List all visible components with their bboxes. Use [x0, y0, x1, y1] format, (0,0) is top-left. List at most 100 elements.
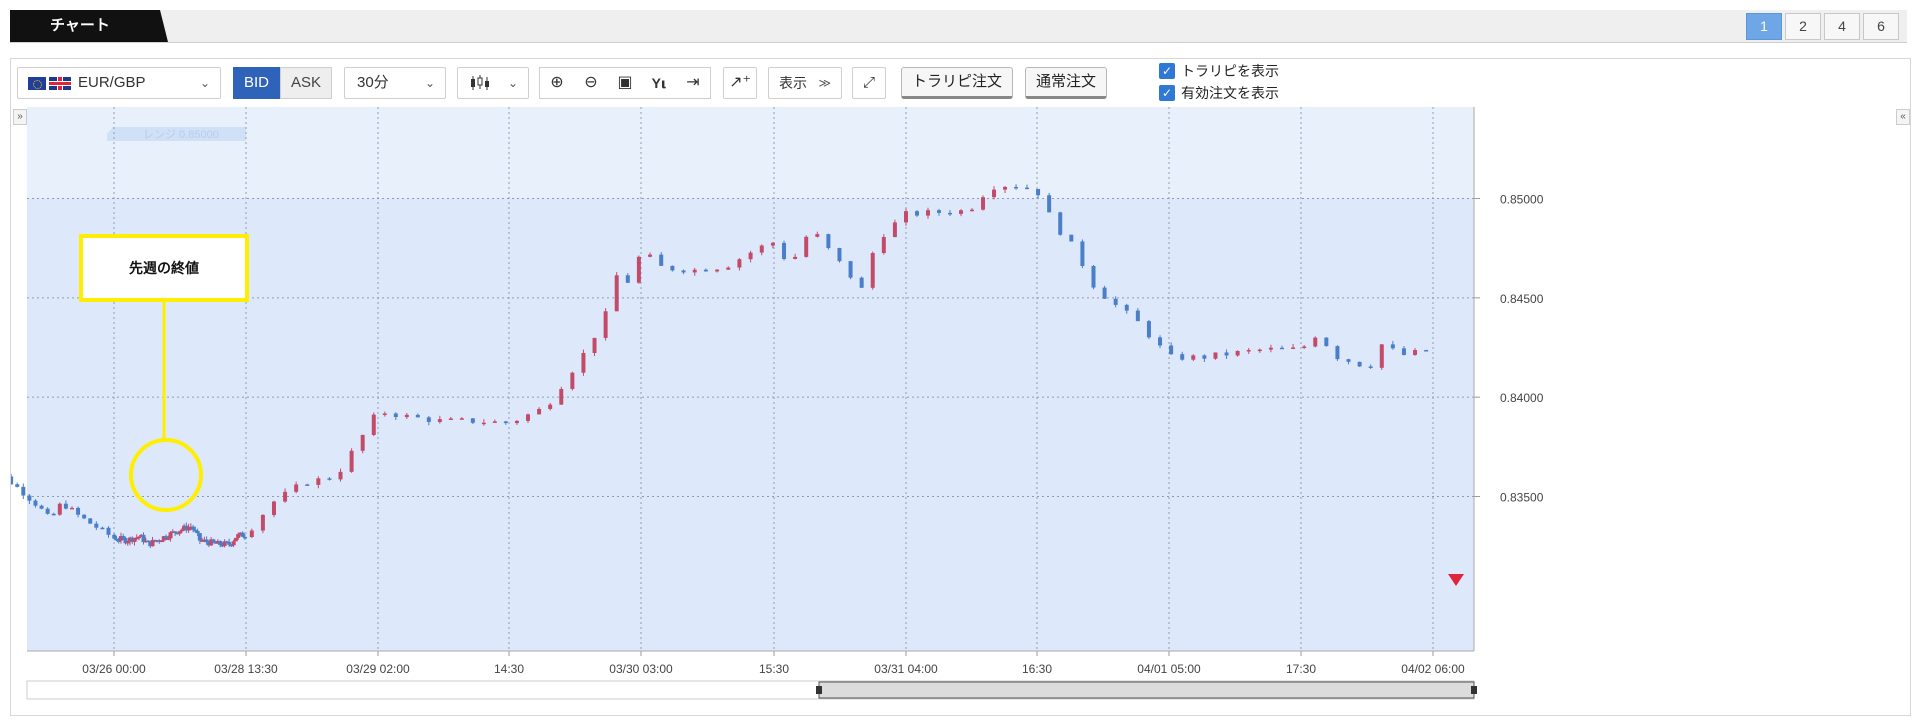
candle-body: [1401, 348, 1406, 355]
candle-body: [76, 507, 81, 515]
y-tick-label: 0.83500: [1500, 491, 1544, 505]
candle-body: [82, 514, 87, 519]
annotation-label: 先週の終値: [129, 260, 199, 277]
scrollbar-handle-right[interactable]: [1471, 686, 1477, 694]
candle-body: [1213, 352, 1218, 359]
range-label: レンジ 0.85000: [143, 129, 219, 141]
candle-body: [603, 311, 608, 338]
candle-body: [159, 540, 164, 543]
candle-body: [937, 210, 942, 213]
candle-body: [915, 211, 920, 216]
candle-body: [1279, 347, 1284, 350]
candle-body: [1047, 195, 1052, 213]
candle-body: [197, 533, 202, 541]
candle-body: [926, 210, 931, 216]
layout-selector: 1 2 4 6: [1746, 13, 1899, 40]
chart-panel: EUR/GBP ⌄ BID ASK 30分 ⌄ ⌄ ⊕ ⊖ ▣ Y⍳ ⇥ ↗⁺ …: [10, 58, 1911, 716]
candle-body: [715, 269, 720, 272]
x-tick-label: 04/01 05:00: [1137, 662, 1201, 676]
tab-chart[interactable]: チャート: [10, 10, 168, 42]
candle-body: [106, 527, 111, 535]
candle-body: [1191, 355, 1196, 360]
candle-body: [782, 242, 787, 260]
candle-body: [125, 541, 130, 544]
candle-body: [459, 418, 464, 420]
candle-body: [1424, 350, 1429, 352]
candle-body: [218, 540, 223, 545]
candle-body: [1036, 189, 1041, 196]
candle-body: [592, 337, 597, 354]
candle-body: [371, 414, 376, 435]
candle-body: [1124, 304, 1129, 311]
candle-body: [614, 275, 619, 312]
candle-body: [770, 242, 775, 246]
candle-body: [204, 539, 209, 543]
candle-body: [648, 254, 653, 257]
candle-body: [1169, 345, 1174, 355]
candle-body: [1135, 310, 1140, 322]
candle-body: [470, 418, 475, 423]
candle-body: [748, 252, 753, 260]
candle-body: [659, 254, 664, 266]
candle-body: [1080, 241, 1085, 266]
candle-body: [1335, 346, 1340, 360]
candle-body: [271, 501, 276, 515]
layout-2-button[interactable]: 2: [1785, 13, 1821, 40]
candle-body: [1014, 186, 1019, 189]
candle-body: [1368, 366, 1373, 368]
candle-body: [514, 420, 519, 424]
candle-body: [11, 476, 14, 485]
candle-body: [1180, 354, 1185, 360]
candle-body: [114, 538, 119, 541]
candle-body: [437, 419, 442, 422]
candle-body: [548, 404, 553, 409]
candle-body: [173, 531, 178, 533]
candle-body: [166, 538, 171, 540]
candle-body: [1113, 298, 1118, 305]
layout-1-button[interactable]: 1: [1746, 13, 1782, 40]
candle-body: [1102, 287, 1107, 299]
candle-body: [1069, 234, 1074, 242]
x-tick-label: 03/31 04:00: [874, 662, 938, 676]
candle-body: [826, 234, 831, 249]
candle-body: [211, 539, 216, 543]
candle-body: [112, 534, 117, 539]
candle-body: [1390, 344, 1395, 349]
candle-body: [116, 540, 121, 542]
candle-body: [88, 518, 93, 524]
candle-body: [581, 353, 586, 373]
candle-body: [625, 275, 630, 283]
candle-body: [981, 197, 986, 210]
candle-body: [231, 541, 236, 546]
candle-body: [360, 434, 365, 451]
candle-body: [27, 495, 32, 501]
candle-body: [233, 537, 238, 542]
candle-body: [327, 478, 332, 480]
x-tick-label: 15:30: [759, 662, 789, 676]
layout-6-button[interactable]: 6: [1863, 13, 1899, 40]
candle-body: [793, 256, 798, 260]
candle-body: [1413, 350, 1418, 355]
candle-body: [283, 491, 288, 502]
candle-body: [804, 236, 809, 257]
candle-body: [992, 189, 997, 198]
price-chart[interactable]: レンジ 0.85000 0.85000 0.84500 0.84000 0.83500 0…: [11, 59, 1910, 715]
candle-body: [537, 408, 542, 415]
candle-body: [121, 536, 126, 538]
candle-body: [526, 414, 531, 421]
candle-body: [195, 530, 200, 534]
candle-body: [481, 422, 486, 425]
y-tick-label: 0.85000: [1500, 193, 1544, 207]
range-zone-upper: [27, 107, 1474, 199]
candle-body: [191, 526, 196, 530]
scrollbar-handle-left[interactable]: [816, 686, 822, 694]
x-tick-label: 16:30: [1022, 662, 1052, 676]
candle-body: [726, 267, 731, 270]
candle-body: [737, 259, 742, 268]
candle-body: [692, 269, 697, 273]
candle-body: [45, 508, 50, 514]
candle-body: [240, 532, 245, 537]
layout-4-button[interactable]: 4: [1824, 13, 1860, 40]
candle-body: [179, 529, 184, 532]
scrollbar-thumb[interactable]: [818, 681, 1475, 699]
